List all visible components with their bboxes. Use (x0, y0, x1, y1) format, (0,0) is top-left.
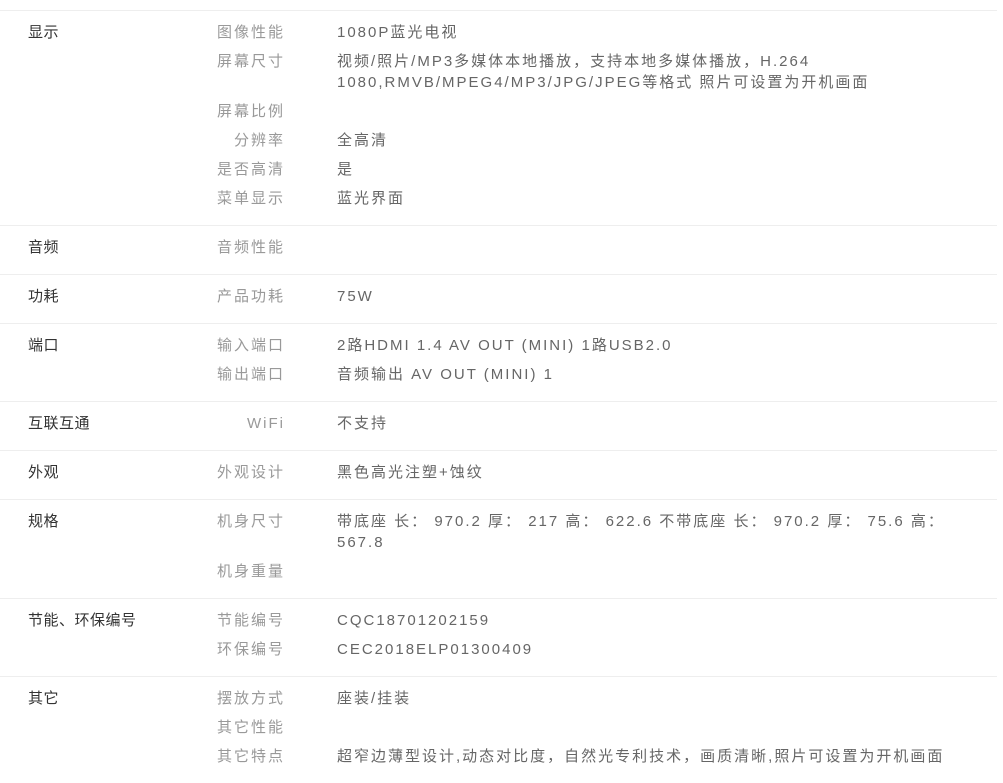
spec-row: 输入端口 2路HDMI 1.4 AV OUT (MINI) 1路USB2.0 (175, 331, 997, 360)
spec-category-label: 节能、环保编号 (0, 606, 175, 631)
spec-row: 音频性能 (175, 233, 997, 262)
spec-value-text: CEC2018ELP01300409 (337, 639, 997, 660)
spec-row: 环保编号 CEC2018ELP01300409 (175, 635, 997, 664)
spec-section: 端口 输入端口 2路HDMI 1.4 AV OUT (MINI) 1路USB2.… (0, 323, 997, 401)
spec-section-rows: 外观设计 黑色高光注塑+蚀纹 (175, 458, 997, 487)
spec-name-label: 其它特点 (175, 746, 285, 767)
spec-row: 其它性能 (175, 713, 997, 742)
spec-category-label: 显示 (0, 18, 175, 43)
spec-section: 显示 图像性能 1080P蓝光电视 屏幕尺寸 视频/照片/MP3多媒体本地播放，… (0, 10, 997, 225)
spec-value-text: 黑色高光注塑+蚀纹 (337, 462, 997, 483)
spec-row: 屏幕尺寸 视频/照片/MP3多媒体本地播放，支持本地多媒体播放，H.264 10… (175, 47, 997, 97)
spec-section: 音频 音频性能 (0, 225, 997, 274)
spec-category-label: 互联互通 (0, 409, 175, 434)
spec-section-rows: 机身尺寸 带底座 长： 970.2 厚： 217 高： 622.6 不带底座 长… (175, 507, 997, 586)
spec-section-rows: 节能编号 CQC18701202159 环保编号 CEC2018ELP01300… (175, 606, 997, 664)
spec-category-label: 规格 (0, 507, 175, 532)
spec-name-label: 摆放方式 (175, 688, 285, 709)
spec-name-label: 外观设计 (175, 462, 285, 483)
spec-name-label: 输入端口 (175, 335, 285, 356)
spec-value-text: 蓝光界面 (337, 188, 997, 209)
spec-value-text: 1080P蓝光电视 (337, 22, 997, 43)
spec-row: 输出端口 音频输出 AV OUT (MINI) 1 (175, 360, 997, 389)
spec-category-label: 音频 (0, 233, 175, 258)
spec-value-text (337, 561, 997, 582)
spec-row: 摆放方式 座装/挂装 (175, 684, 997, 713)
spec-value-text: CQC18701202159 (337, 610, 997, 631)
spec-section-rows: 产品功耗 75W (175, 282, 997, 311)
spec-section-rows: 音频性能 (175, 233, 997, 262)
spec-category-label: 外观 (0, 458, 175, 483)
spec-value-text: 视频/照片/MP3多媒体本地播放，支持本地多媒体播放，H.264 1080,RM… (337, 51, 997, 93)
spec-value-text: 不支持 (337, 413, 997, 434)
spec-section-rows: 图像性能 1080P蓝光电视 屏幕尺寸 视频/照片/MP3多媒体本地播放，支持本… (175, 18, 997, 213)
spec-section: 外观 外观设计 黑色高光注塑+蚀纹 (0, 450, 997, 499)
spec-category-label: 其它 (0, 684, 175, 709)
spec-value-text: 全高清 (337, 130, 997, 151)
spec-section: 规格 机身尺寸 带底座 长： 970.2 厚： 217 高： 622.6 不带底… (0, 499, 997, 598)
spec-section-rows: 摆放方式 座装/挂装 其它性能 其它特点 超窄边薄型设计,动态对比度，自然光专利… (175, 684, 997, 771)
spec-value-text: 带底座 长： 970.2 厚： 217 高： 622.6 不带底座 长： 970… (337, 511, 997, 553)
spec-value-text (337, 101, 997, 122)
spec-value-text: 音频输出 AV OUT (MINI) 1 (337, 364, 997, 385)
spec-name-label: 机身尺寸 (175, 511, 285, 532)
spec-value-text: 是 (337, 159, 997, 180)
spec-row: 外观设计 黑色高光注塑+蚀纹 (175, 458, 997, 487)
spec-section-rows: 输入端口 2路HDMI 1.4 AV OUT (MINI) 1路USB2.0 输… (175, 331, 997, 389)
spec-name-label: WiFi (175, 413, 285, 434)
spec-category-label: 功耗 (0, 282, 175, 307)
spec-category-label: 端口 (0, 331, 175, 356)
spec-row: 屏幕比例 (175, 97, 997, 126)
spec-row: 菜单显示 蓝光界面 (175, 184, 997, 213)
spec-value-text: 75W (337, 286, 997, 307)
spec-name-label: 分辨率 (175, 130, 285, 151)
spec-name-label: 产品功耗 (175, 286, 285, 307)
spec-value-text: 2路HDMI 1.4 AV OUT (MINI) 1路USB2.0 (337, 335, 997, 356)
spec-name-label: 屏幕比例 (175, 101, 285, 122)
spec-section: 互联互通 WiFi 不支持 (0, 401, 997, 450)
spec-section-rows: WiFi 不支持 (175, 409, 997, 438)
spec-value-text: 超窄边薄型设计,动态对比度，自然光专利技术，画质清晰,照片可设置为开机画面 (337, 746, 997, 767)
spec-row: 图像性能 1080P蓝光电视 (175, 18, 997, 47)
spec-row: WiFi 不支持 (175, 409, 997, 438)
spec-row: 机身重量 (175, 557, 997, 586)
spec-name-label: 是否高清 (175, 159, 285, 180)
product-spec-table: 显示 图像性能 1080P蓝光电视 屏幕尺寸 视频/照片/MP3多媒体本地播放，… (0, 0, 997, 783)
spec-row: 其它特点 超窄边薄型设计,动态对比度，自然光专利技术，画质清晰,照片可设置为开机… (175, 742, 997, 771)
spec-row: 是否高清 是 (175, 155, 997, 184)
spec-name-label: 节能编号 (175, 610, 285, 631)
spec-row: 分辨率 全高清 (175, 126, 997, 155)
spec-value-text (337, 717, 997, 738)
spec-section: 节能、环保编号 节能编号 CQC18701202159 环保编号 CEC2018… (0, 598, 997, 676)
spec-name-label: 屏幕尺寸 (175, 51, 285, 72)
spec-name-label: 音频性能 (175, 237, 285, 258)
spec-name-label: 机身重量 (175, 561, 285, 582)
spec-row: 产品功耗 75W (175, 282, 997, 311)
spec-row: 节能编号 CQC18701202159 (175, 606, 997, 635)
spec-row: 机身尺寸 带底座 长： 970.2 厚： 217 高： 622.6 不带底座 长… (175, 507, 997, 557)
spec-name-label: 输出端口 (175, 364, 285, 385)
spec-section: 功耗 产品功耗 75W (0, 274, 997, 323)
spec-name-label: 菜单显示 (175, 188, 285, 209)
spec-name-label: 其它性能 (175, 717, 285, 738)
spec-name-label: 图像性能 (175, 22, 285, 43)
spec-value-text (337, 237, 997, 258)
spec-name-label: 环保编号 (175, 639, 285, 660)
spec-value-text: 座装/挂装 (337, 688, 997, 709)
spec-section: 其它 摆放方式 座装/挂装 其它性能 其它特点 超窄边薄型设计,动态对比度，自然… (0, 676, 997, 783)
